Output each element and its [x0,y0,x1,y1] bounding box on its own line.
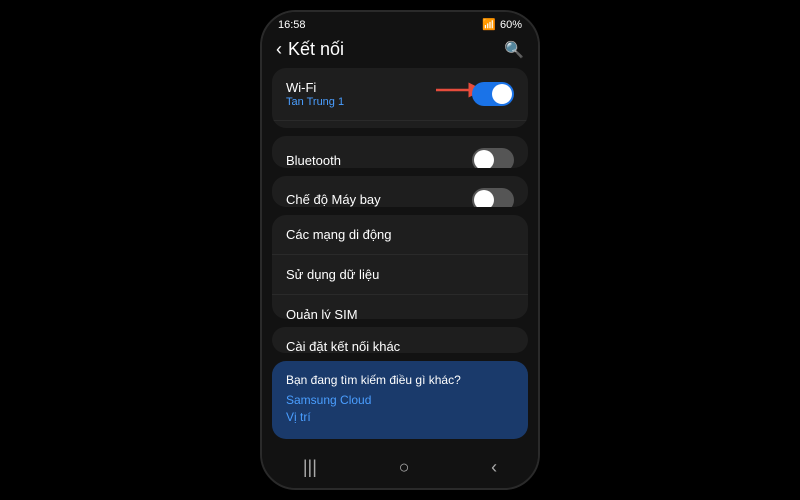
network-card: Các mạng di động Sử dụng dữ liệu Quản lý… [272,215,528,319]
wifi-right [472,82,514,106]
status-battery: 60% [500,19,522,31]
wifi-toggle-thumb [492,84,512,104]
other-settings-item[interactable]: Cài đặt kết nối khác [272,327,528,353]
data-usage-label: Sử dụng dữ liệu [286,267,379,282]
airplane-item[interactable]: Chế độ Máy bay [272,176,528,207]
suggest-link-location[interactable]: Vị trí [286,410,514,424]
wifi-toggle-track [472,82,514,106]
sim-management-item[interactable]: Quản lý SIM [272,295,528,319]
nav-recent-apps[interactable]: ||| [303,457,317,478]
suggest-title: Bạn đang tìm kiếm điều gì khác? [286,373,514,387]
suggest-link-samsung[interactable]: Samsung Cloud [286,393,514,407]
phone-frame: 16:58 📶 60% ‹ Kết nối 🔍 Wi-Fi Tan Trung … [260,10,540,490]
navbar: ||| ○ ‹ [262,449,538,488]
settings-content: Wi-Fi Tan Trung 1 [262,68,538,449]
sim-management-label: Quản lý SIM [286,307,358,319]
bluetooth-card: Bluetooth [272,136,528,167]
top-bar-left: ‹ Kết nối [276,39,344,60]
nav-home[interactable]: ○ [399,457,410,478]
status-signal: 📶 [482,18,496,31]
top-bar: ‹ Kết nối 🔍 [262,33,538,68]
other-settings-label: Cài đặt kết nối khác [286,339,400,353]
bluetooth-toggle[interactable] [472,148,514,167]
status-icons: 📶 60% [482,18,522,31]
wifi-network-name: Tan Trung 1 [286,96,344,108]
other-settings-card: Cài đặt kết nối khác [272,327,528,353]
wifi-calling-item[interactable]: Wi-Fi Calling [272,121,528,128]
airplane-label: Chế độ Máy bay [286,192,381,207]
bluetooth-toggle-thumb [474,150,494,167]
airplane-card: Chế độ Máy bay [272,176,528,207]
wifi-item-left: Wi-Fi Tan Trung 1 [286,80,344,108]
airplane-toggle[interactable] [472,188,514,207]
search-button[interactable]: 🔍 [504,40,524,60]
bluetooth-left: Bluetooth [286,153,341,168]
wifi-item[interactable]: Wi-Fi Tan Trung 1 [272,68,528,121]
bluetooth-item[interactable]: Bluetooth [272,136,528,167]
wifi-label: Wi-Fi [286,80,344,95]
mobile-networks-item[interactable]: Các mạng di động [272,215,528,255]
airplane-toggle-track [472,188,514,207]
data-usage-item[interactable]: Sử dụng dữ liệu [272,255,528,295]
status-time: 16:58 [278,19,306,31]
airplane-toggle-thumb [474,190,494,207]
airplane-left: Chế độ Máy bay [286,192,381,207]
status-bar: 16:58 📶 60% [262,12,538,33]
page-title: Kết nối [288,39,344,60]
bluetooth-label: Bluetooth [286,153,341,168]
nav-back[interactable]: ‹ [491,457,497,478]
wifi-toggle[interactable] [472,82,514,106]
back-button[interactable]: ‹ [276,39,282,60]
suggest-card: Bạn đang tìm kiếm điều gì khác? Samsung … [272,361,528,439]
wifi-card: Wi-Fi Tan Trung 1 [272,68,528,128]
mobile-networks-label: Các mạng di động [286,227,392,242]
bluetooth-toggle-track [472,148,514,167]
